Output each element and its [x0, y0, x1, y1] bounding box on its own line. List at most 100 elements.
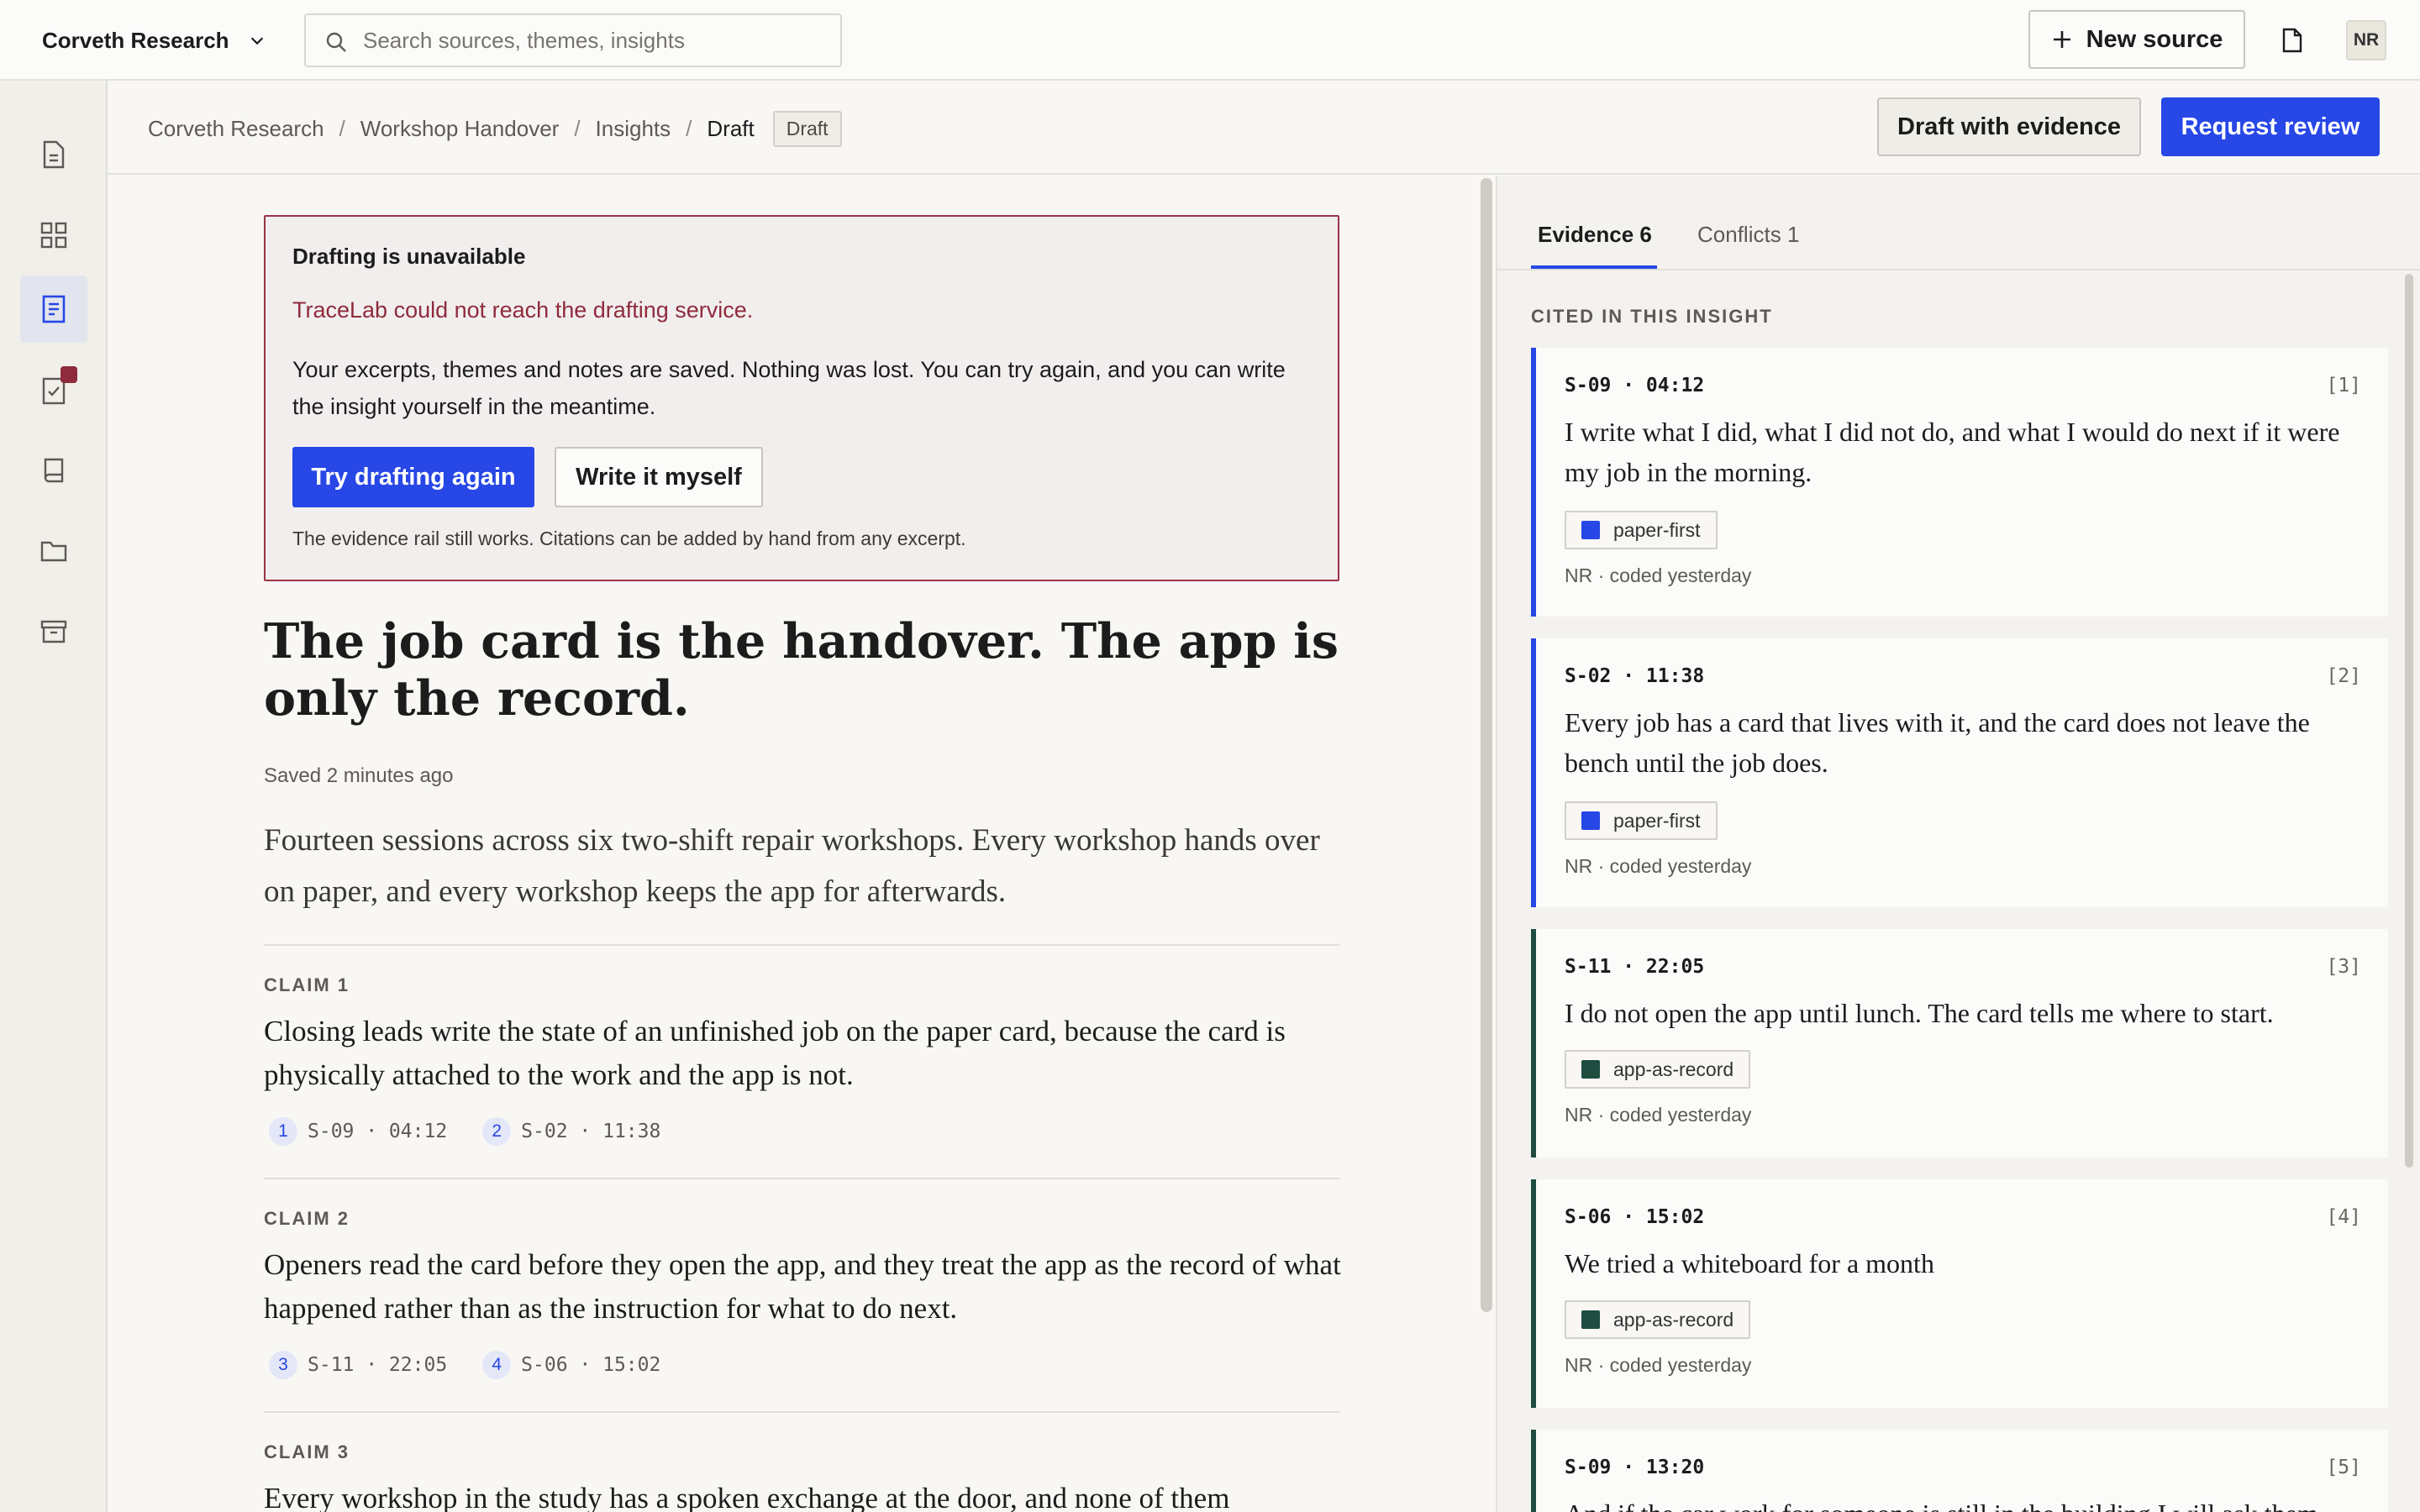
excerpt-quote: And if the car work for someone is still…	[1565, 1494, 2371, 1512]
evidence-card[interactable]: S-09 · 04:12 [1] I write what I did, wha…	[1531, 348, 2388, 617]
drafting-error-alert: Drafting is unavailable TraceLab could n…	[264, 215, 1339, 581]
theme-tag[interactable]: app-as-record	[1565, 1300, 1751, 1339]
status-badge: Draft	[772, 111, 842, 147]
claim-text[interactable]: Every workshop in the study has a spoken…	[264, 1477, 1348, 1512]
rail-codebook[interactable]	[20, 437, 87, 504]
evidence-card[interactable]: S-09 · 13:20 [5] And if the car work for…	[1531, 1430, 2388, 1512]
citation-marker: [5]	[2326, 1457, 2361, 1478]
insight-lede[interactable]: Fourteen sessions across six two-shift r…	[264, 815, 1348, 917]
alert-footnote: The evidence rail still works. Citations…	[292, 528, 966, 549]
excerpt-quote: Every job has a card that lives with it,…	[1565, 707, 2310, 778]
book-icon	[44, 458, 64, 483]
excerpt-quote: I do not open the app until lunch. The c…	[1565, 998, 2274, 1028]
insight-title[interactable]: The job card is the handover. The app is…	[264, 613, 1339, 727]
coded-by: NR · coded yesterday	[1565, 1104, 1752, 1126]
folder-icon	[40, 541, 67, 562]
draft-with-evidence-button[interactable]: Draft with evidence	[1877, 97, 2141, 156]
tab-label: Evidence	[1538, 222, 1634, 247]
rail-tasks[interactable]	[20, 356, 87, 423]
tab-label: Conflicts	[1697, 222, 1781, 247]
search-icon	[326, 32, 346, 52]
rail-archive[interactable]	[20, 598, 87, 665]
citation-ref[interactable]: S-09 · 04:12	[308, 1121, 447, 1142]
saved-status: Saved 2 minutes ago	[264, 764, 454, 787]
theme-color-swatch	[1581, 1060, 1600, 1079]
theme-tag-label: app-as-record	[1613, 1058, 1734, 1080]
active-tab-indicator	[1531, 265, 1657, 269]
claim-label: CLAIM 3	[264, 1441, 350, 1462]
breadcrumb-current: Draft	[707, 116, 755, 141]
tab-count: 1	[1786, 222, 1800, 247]
theme-tag-label: app-as-record	[1613, 1308, 1734, 1331]
try-drafting-again-button[interactable]: Try drafting again	[292, 447, 534, 507]
rail-themes[interactable]	[20, 202, 87, 269]
theme-color-swatch	[1581, 1310, 1600, 1329]
excerpt-source: S-09 · 04:12	[1565, 375, 1705, 396]
breadcrumb-separator: /	[686, 116, 692, 141]
theme-tag[interactable]: app-as-record	[1565, 1050, 1751, 1089]
tab-evidence[interactable]: Evidence 6	[1538, 222, 1652, 248]
divider	[264, 944, 1339, 946]
workspace-name: Corveth Research	[42, 27, 229, 53]
coded-by: NR · coded yesterday	[1565, 855, 1752, 877]
breadcrumb-separator: /	[339, 116, 345, 141]
evidence-card[interactable]: S-11 · 22:05 [3] I do not open the app u…	[1531, 929, 2388, 1158]
theme-color-swatch	[1581, 811, 1600, 830]
citation-ref[interactable]: S-06 · 15:02	[521, 1354, 660, 1376]
alert-reason: TraceLab could not reach the drafting se…	[292, 297, 754, 323]
citation-marker: [4]	[2326, 1206, 2361, 1228]
tab-count: 6	[1639, 222, 1652, 247]
new-source-label: New source	[2086, 25, 2223, 53]
divider	[264, 1411, 1339, 1413]
citation-ref[interactable]: S-02 · 11:38	[521, 1121, 660, 1142]
excerpt-quote: We tried a whiteboard for a month	[1565, 1248, 1934, 1278]
grid-icon	[40, 222, 67, 249]
rail-projects[interactable]	[20, 517, 87, 585]
breadcrumb-separator: /	[574, 116, 581, 141]
new-source-button[interactable]: New source	[2028, 10, 2245, 69]
evidence-card[interactable]: S-02 · 11:38 [2] Every job has a card th…	[1531, 638, 2388, 907]
top-bar: Corveth Research New source NR	[0, 0, 2420, 81]
breadcrumb-project[interactable]: Workshop Handover	[360, 116, 560, 142]
excerpt-source: S-11 · 22:05	[1565, 956, 1705, 978]
citation-marker: [2]	[2326, 665, 2361, 687]
claim-citations: 3 S-11 · 22:05 4 S-06 · 15:02	[269, 1351, 660, 1379]
citation-number[interactable]: 2	[482, 1117, 512, 1146]
citation-number[interactable]: 4	[482, 1351, 512, 1379]
document-scrollbar[interactable]	[1481, 178, 1492, 1312]
breadcrumb: Corveth Research / Workshop Handover / I…	[148, 111, 842, 147]
citation-number[interactable]: 3	[269, 1351, 297, 1379]
theme-tag[interactable]: paper-first	[1565, 511, 1718, 549]
citation-number[interactable]: 1	[269, 1117, 297, 1146]
theme-tag-label: paper-first	[1613, 809, 1701, 832]
claim-label: CLAIM 1	[264, 974, 350, 995]
workspace-switcher[interactable]: Corveth Research	[42, 25, 266, 55]
evidence-card[interactable]: S-06 · 15:02 [4] We tried a whiteboard f…	[1531, 1179, 2388, 1408]
coded-by: NR · coded yesterday	[1565, 1354, 1752, 1376]
notification-badge	[60, 366, 77, 383]
rail-insights[interactable]	[20, 276, 87, 343]
archive-icon	[40, 620, 67, 643]
left-rail	[0, 81, 108, 1512]
search-input[interactable]	[363, 15, 834, 66]
alert-body: Your excerpts, themes and notes are save…	[292, 357, 1286, 419]
theme-tag[interactable]: paper-first	[1565, 801, 1718, 840]
rail-sources[interactable]	[20, 121, 87, 188]
panel-scrollbar[interactable]	[2405, 274, 2413, 1168]
document-icon-button[interactable]	[2272, 20, 2312, 60]
tab-conflicts[interactable]: Conflicts 1	[1697, 222, 1799, 248]
section-heading: CITED IN THIS INSIGHT	[1531, 306, 1773, 327]
document-icon	[2282, 28, 2302, 53]
citation-marker: [1]	[2326, 375, 2361, 396]
claim-text[interactable]: Closing leads write the state of an unfi…	[264, 1010, 1348, 1097]
citation-ref[interactable]: S-11 · 22:05	[308, 1354, 447, 1376]
excerpt-source: S-06 · 15:02	[1565, 1206, 1705, 1228]
excerpt-quote: I write what I did, what I did not do, a…	[1565, 417, 2340, 487]
search-box[interactable]	[304, 13, 842, 67]
request-review-button[interactable]: Request review	[2161, 97, 2380, 156]
claim-text[interactable]: Openers read the card before they open t…	[264, 1243, 1348, 1331]
breadcrumb-workspace[interactable]: Corveth Research	[148, 116, 324, 142]
breadcrumb-insights[interactable]: Insights	[596, 116, 671, 142]
write-it-myself-button[interactable]: Write it myself	[555, 447, 763, 507]
avatar[interactable]: NR	[2346, 20, 2386, 60]
